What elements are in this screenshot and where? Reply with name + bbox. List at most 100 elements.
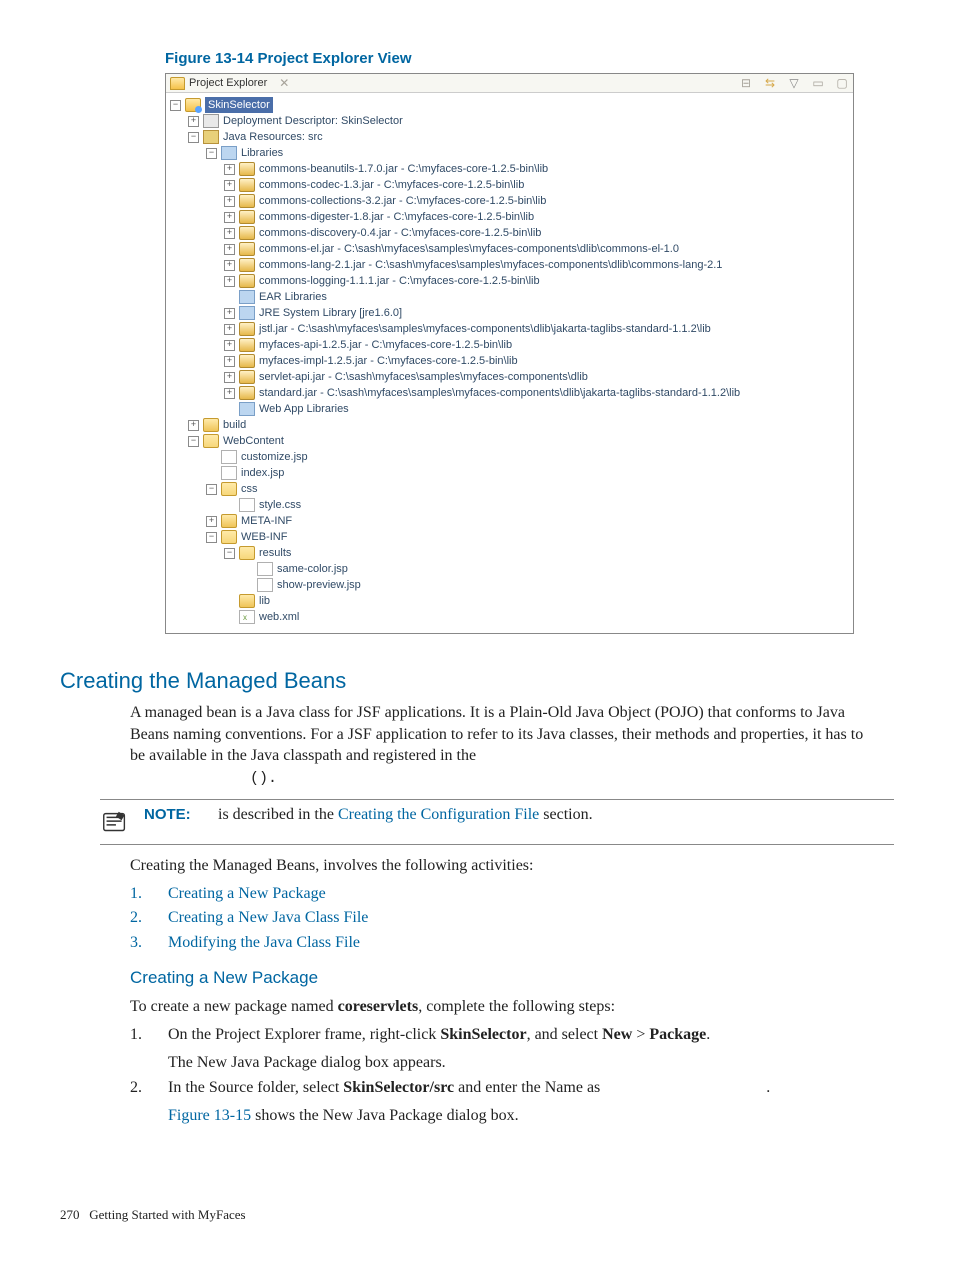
expand-icon[interactable]: + xyxy=(188,420,199,431)
expand-icon[interactable]: + xyxy=(224,308,235,319)
collapse-icon[interactable]: − xyxy=(224,548,235,559)
expand-icon[interactable]: + xyxy=(224,356,235,367)
paragraph-text: A managed bean is a Java class for JSF a… xyxy=(130,704,863,764)
folder-open-icon xyxy=(221,530,237,544)
folder-open-icon xyxy=(239,546,255,560)
tree-item[interactable]: META-INF xyxy=(241,513,292,529)
expand-icon[interactable]: + xyxy=(224,212,235,223)
tab-title[interactable]: Project Explorer xyxy=(189,77,267,89)
jar-icon xyxy=(239,370,255,384)
step-number: 1. xyxy=(130,1024,146,1073)
expand-icon[interactable]: + xyxy=(224,180,235,191)
activity-link[interactable]: Modifying the Java Class File xyxy=(168,932,360,954)
tree-item[interactable]: web.xml xyxy=(259,609,299,625)
collapse-icon[interactable]: − xyxy=(170,100,181,111)
tree-item-project[interactable]: SkinSelector xyxy=(205,97,273,113)
expand-icon[interactable]: + xyxy=(224,164,235,175)
tree-item[interactable]: standard.jar - C:\sash\myfaces\samples\m… xyxy=(259,385,740,401)
tree-item[interactable]: commons-collections-3.2.jar - C:\myfaces… xyxy=(259,193,546,209)
tree-item[interactable]: WebContent xyxy=(223,433,284,449)
note-icon xyxy=(100,808,130,838)
tree-item[interactable]: same-color.jsp xyxy=(277,561,348,577)
figure-caption: Figure 13-14 Project Explorer View xyxy=(165,50,894,67)
collapse-icon[interactable]: − xyxy=(206,484,217,495)
tree-item[interactable]: WEB-INF xyxy=(241,529,287,545)
step-text: In the Source folder, select SkinSelecto… xyxy=(168,1077,874,1127)
folder-icon xyxy=(239,594,255,608)
link-editor-icon[interactable]: ⇆ xyxy=(763,76,777,90)
tree-item[interactable]: css xyxy=(241,481,258,497)
tree-item[interactable]: commons-logging-1.1.1.jar - C:\myfaces-c… xyxy=(259,273,540,289)
close-icon[interactable]: ✕ xyxy=(275,76,293,90)
jar-icon xyxy=(239,210,255,224)
activities-list: 1.Creating a New Package 2.Creating a Ne… xyxy=(130,883,874,954)
expand-icon[interactable]: + xyxy=(224,244,235,255)
expand-icon[interactable]: + xyxy=(224,276,235,287)
tree-item[interactable]: results xyxy=(259,545,291,561)
text: , complete the following steps: xyxy=(418,998,615,1015)
expand-icon[interactable]: + xyxy=(188,116,199,127)
activity-link[interactable]: Creating a New Java Class File xyxy=(168,907,368,929)
tree-item[interactable]: build xyxy=(223,417,246,433)
tree-item[interactable]: myfaces-api-1.2.5.jar - C:\myfaces-core-… xyxy=(259,337,512,353)
text: To create a new package named xyxy=(130,998,338,1015)
tree-item[interactable]: commons-codec-1.3.jar - C:\myfaces-core-… xyxy=(259,177,524,193)
step-text: On the Project Explorer frame, right-cli… xyxy=(168,1024,874,1073)
view-menu-icon[interactable]: ▽ xyxy=(787,76,801,90)
tree-item[interactable]: Web App Libraries xyxy=(259,401,349,417)
tree-item[interactable]: commons-el.jar - C:\sash\myfaces\samples… xyxy=(259,241,679,257)
paragraph: A managed bean is a Java class for JSF a… xyxy=(130,702,874,789)
expand-icon[interactable]: + xyxy=(224,372,235,383)
tree-item[interactable]: customize.jsp xyxy=(241,449,308,465)
expand-icon[interactable]: + xyxy=(224,388,235,399)
minimize-icon[interactable]: ▭ xyxy=(811,76,825,90)
expand-icon[interactable]: + xyxy=(224,228,235,239)
tree-item[interactable]: commons-beanutils-1.7.0.jar - C:\myfaces… xyxy=(259,161,548,177)
tree-item[interactable]: Deployment Descriptor: SkinSelector xyxy=(223,113,403,129)
tree-item[interactable]: show-preview.jsp xyxy=(277,577,361,593)
activity-link[interactable]: Creating a New Package xyxy=(168,883,326,905)
explorer-tabbar: Project Explorer ✕ ⊟ ⇆ ▽ ▭ ▢ xyxy=(166,74,853,93)
expand-icon[interactable]: + xyxy=(224,196,235,207)
project-icon xyxy=(185,98,201,112)
collapse-icon[interactable]: − xyxy=(188,132,199,143)
collapse-icon[interactable]: − xyxy=(206,532,217,543)
tree-item[interactable]: style.css xyxy=(259,497,301,513)
tree-item[interactable]: Java Resources: src xyxy=(223,129,323,145)
tree-item[interactable]: servlet-api.jar - C:\sash\myfaces\sample… xyxy=(259,369,588,385)
activities-intro: Creating the Managed Beans, involves the… xyxy=(130,855,874,877)
expand-icon[interactable]: + xyxy=(206,516,217,527)
folder-icon xyxy=(221,514,237,528)
tree-item[interactable]: EAR Libraries xyxy=(259,289,327,305)
expand-icon[interactable]: + xyxy=(224,340,235,351)
collapse-icon[interactable]: − xyxy=(206,148,217,159)
config-file-link[interactable]: Creating the Configuration File xyxy=(338,806,539,823)
jar-icon xyxy=(239,354,255,368)
jar-icon xyxy=(239,178,255,192)
package-icon xyxy=(203,130,219,144)
tree-item[interactable]: commons-lang-2.1.jar - C:\sash\myfaces\s… xyxy=(259,257,722,273)
tree-item[interactable]: jstl.jar - C:\sash\myfaces\samples\myfac… xyxy=(259,321,711,337)
subsection-intro: To create a new package named coreservle… xyxy=(130,996,874,1018)
tree-item[interactable]: lib xyxy=(259,593,270,609)
tree-item[interactable]: myfaces-impl-1.2.5.jar - C:\myfaces-core… xyxy=(259,353,518,369)
page-number: 270 xyxy=(60,1207,80,1222)
folder-open-icon xyxy=(203,434,219,448)
note-label: NOTE: xyxy=(144,806,204,823)
expand-icon[interactable]: + xyxy=(224,324,235,335)
file-icon xyxy=(257,562,273,576)
tree-item[interactable]: commons-digester-1.8.jar - C:\myfaces-co… xyxy=(259,209,534,225)
collapse-icon[interactable]: − xyxy=(188,436,199,447)
tree-item[interactable]: JRE System Library [jre1.6.0] xyxy=(259,305,402,321)
project-tree[interactable]: − SkinSelector + Deployment Descriptor: Sk… xyxy=(166,93,853,633)
figure-link[interactable]: Figure 13-15 xyxy=(168,1107,251,1124)
maximize-icon[interactable]: ▢ xyxy=(835,76,849,90)
folder-icon xyxy=(203,418,219,432)
tree-item[interactable]: commons-discovery-0.4.jar - C:\myfaces-c… xyxy=(259,225,541,241)
tree-item[interactable]: Libraries xyxy=(241,145,283,161)
tree-item[interactable]: index.jsp xyxy=(241,465,284,481)
file-icon xyxy=(257,578,273,592)
expand-icon[interactable]: + xyxy=(224,260,235,271)
jar-icon xyxy=(239,258,255,272)
collapse-all-icon[interactable]: ⊟ xyxy=(739,76,753,90)
